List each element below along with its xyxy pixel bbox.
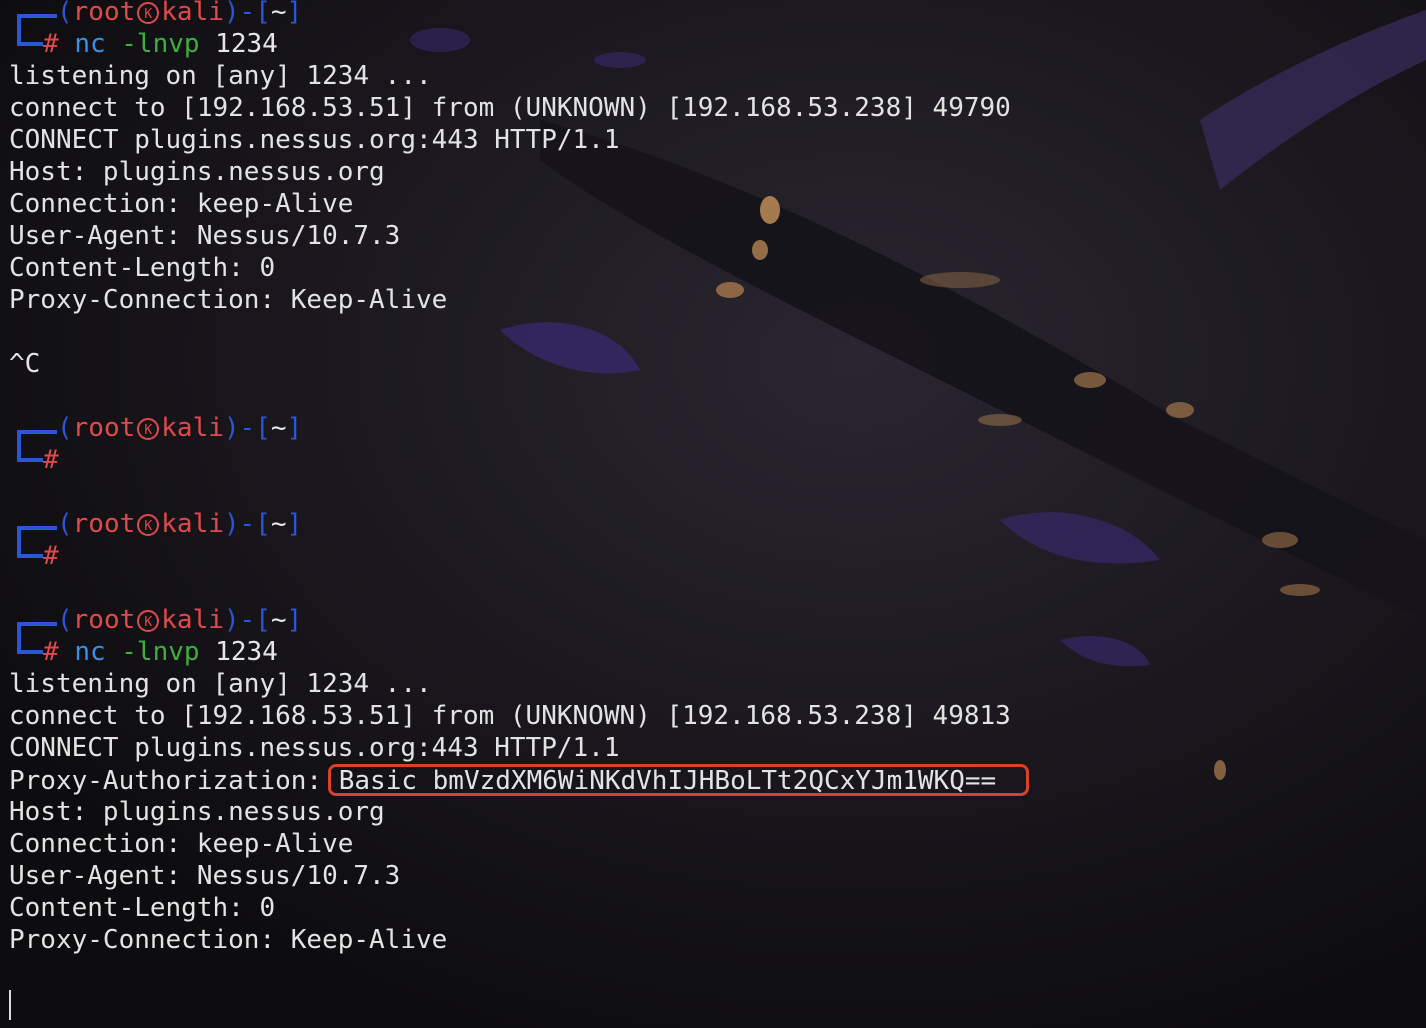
output-line: Host: plugins.nessus.org bbox=[9, 157, 385, 187]
output-line: Content-Length: 0 bbox=[9, 253, 276, 283]
prompt-user: root bbox=[72, 509, 136, 539]
prompt-dir: ~ bbox=[270, 605, 287, 635]
command-name: nc bbox=[74, 29, 106, 59]
kali-skull-icon: K bbox=[137, 2, 160, 24]
prompt-close: ] bbox=[286, 0, 303, 27]
proxy-authorization-highlight: Basic bmVzdXM6WiNKdVhIJHBoLTt2QCxYJm1WKQ… bbox=[327, 764, 1030, 796]
prompt-open: ( bbox=[57, 413, 73, 443]
command-name: nc bbox=[74, 637, 106, 667]
prompt-dir: ~ bbox=[270, 413, 287, 443]
prompt-corner-bottom bbox=[9, 526, 43, 572]
output-line: connect to [192.168.53.51] from (UNKNOWN… bbox=[9, 701, 1011, 731]
terminal-cursor[interactable] bbox=[9, 990, 11, 1020]
prompt-corner-bottom bbox=[9, 430, 43, 476]
prompt-line: (root Kkali)-[~] bbox=[9, 0, 1409, 44]
output-line: Content-Length: 0 bbox=[9, 893, 276, 923]
command-line: # nc -lnvp 1234 bbox=[9, 622, 1409, 668]
prompt-dir: ~ bbox=[270, 0, 287, 27]
prompt-host: kali bbox=[161, 605, 224, 635]
prompt-user: root bbox=[72, 0, 136, 27]
output-line: Host: plugins.nessus.org bbox=[9, 797, 385, 827]
prompt-host: kali bbox=[161, 413, 224, 443]
kali-skull-icon: K bbox=[137, 514, 160, 536]
output-line: ^C bbox=[9, 349, 41, 379]
prompt-dir: ~ bbox=[270, 509, 287, 539]
command-flag: -lnvp bbox=[121, 29, 200, 59]
prompt-hash: # bbox=[43, 29, 59, 59]
output-line: connect to [192.168.53.51] from (UNKNOWN… bbox=[9, 93, 1011, 123]
prompt-hash: # bbox=[43, 445, 59, 475]
command-line: # bbox=[9, 430, 1409, 476]
prompt-line: (root Kkali)-[~] bbox=[9, 412, 1409, 460]
output-line: Proxy-Connection: Keep-Alive bbox=[9, 285, 448, 315]
prompt-user: root bbox=[72, 413, 136, 443]
proxy-authorization-label: Proxy-Authorization: bbox=[9, 766, 338, 796]
prompt-close: ] bbox=[286, 413, 303, 443]
output-line: listening on [any] 1234 ... bbox=[9, 61, 432, 91]
output-line: Proxy-Connection: Keep-Alive bbox=[9, 925, 448, 955]
output-line: Connection: keep-Alive bbox=[9, 189, 354, 219]
prompt-line: (root Kkali)-[~] bbox=[9, 508, 1409, 556]
command-port: 1234 bbox=[215, 637, 278, 667]
kali-skull-icon: K bbox=[137, 418, 160, 440]
prompt-host: kali bbox=[161, 0, 224, 27]
command-line: # bbox=[9, 526, 1409, 572]
proxy-authorization-value: Basic bmVzdXM6WiNKdVhIJHBoLTt2QCxYJm1WKQ… bbox=[338, 766, 997, 796]
prompt-line: (root Kkali)-[~] bbox=[9, 604, 1409, 652]
output-line: CONNECT plugins.nessus.org:443 HTTP/1.1 bbox=[9, 125, 620, 155]
output-line: Connection: keep-Alive bbox=[9, 829, 354, 859]
prompt-close: ] bbox=[286, 605, 303, 635]
prompt-mid: )-[ bbox=[223, 413, 271, 443]
prompt-hash: # bbox=[43, 637, 59, 667]
prompt-host: kali bbox=[161, 509, 224, 539]
prompt-open: ( bbox=[57, 605, 73, 635]
prompt-open: ( bbox=[57, 509, 73, 539]
output-line: User-Agent: Nessus/10.7.3 bbox=[9, 861, 401, 891]
command-port: 1234 bbox=[215, 29, 278, 59]
command-flag: -lnvp bbox=[121, 637, 200, 667]
prompt-close: ] bbox=[286, 509, 303, 539]
prompt-hash: # bbox=[43, 541, 59, 571]
prompt-mid: )-[ bbox=[223, 0, 271, 27]
prompt-mid: )-[ bbox=[223, 605, 271, 635]
output-line: CONNECT plugins.nessus.org:443 HTTP/1.1 bbox=[9, 733, 620, 763]
output-line: User-Agent: Nessus/10.7.3 bbox=[9, 221, 401, 251]
terminal-output: (root Kkali)-[~] # nc -lnvp 1234 listenin… bbox=[9, 0, 1409, 956]
prompt-corner-bottom bbox=[9, 622, 43, 668]
prompt-corner-bottom bbox=[9, 14, 43, 60]
proxy-authorization-line: Proxy-Authorization: Basic bmVzdXM6WiNKd… bbox=[9, 764, 1409, 796]
kali-skull-icon: K bbox=[137, 610, 160, 632]
prompt-mid: )-[ bbox=[223, 509, 271, 539]
command-line: # nc -lnvp 1234 bbox=[9, 14, 1409, 60]
prompt-open: ( bbox=[57, 0, 73, 27]
output-line: listening on [any] 1234 ... bbox=[9, 669, 432, 699]
prompt-user: root bbox=[72, 605, 136, 635]
